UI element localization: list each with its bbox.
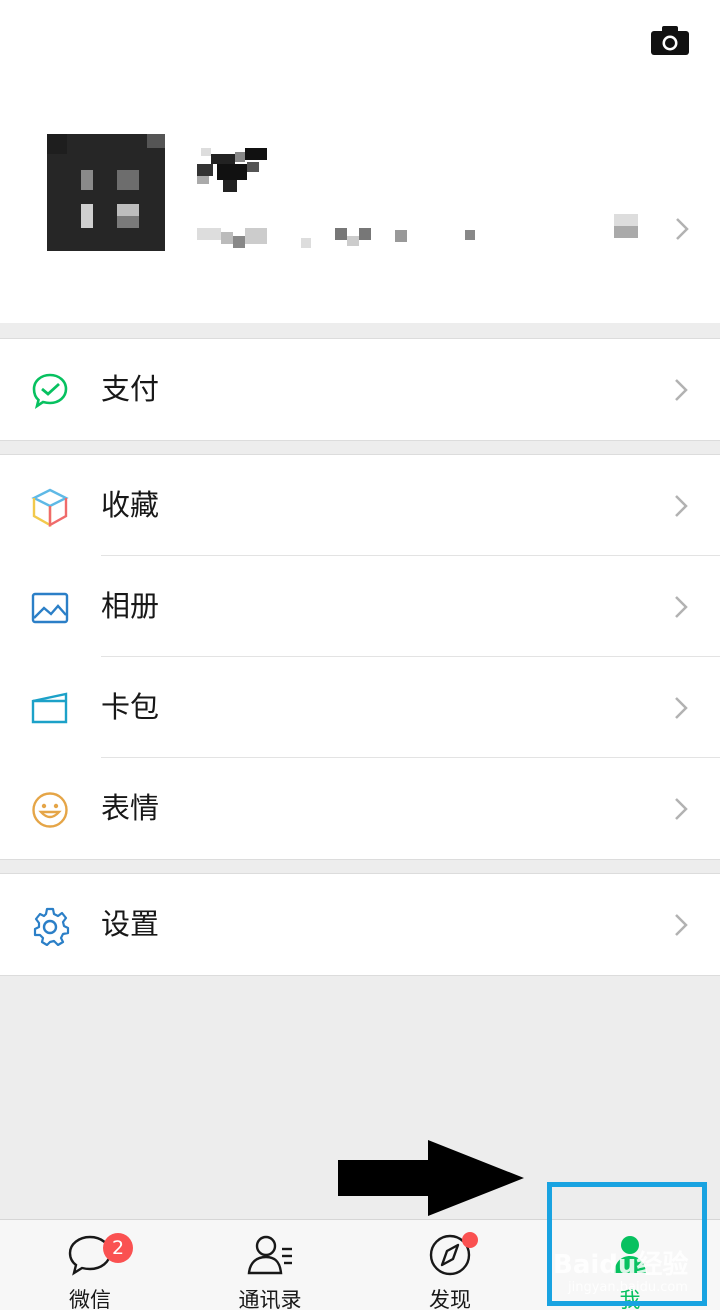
tab-contacts[interactable]: 通讯录 [180,1220,360,1310]
menu-group-pay: 支付 [0,338,720,441]
menu-item-pay[interactable]: 支付 [0,339,720,440]
menu-item-stickers[interactable]: 表情 [0,758,720,859]
tab-label: 微信 [69,1288,111,1310]
chevron-right-icon [675,379,688,401]
menu-item-label: 设置 [101,907,160,941]
tab-label: 通讯录 [238,1288,302,1310]
tab-label: 发现 [429,1288,471,1310]
favorites-cube-icon [31,488,69,527]
smiley-icon [32,792,68,828]
menu-group-content: 收藏 相册 卡包 表情 [0,454,720,860]
menu-item-label: 收藏 [101,488,160,522]
tab-chats[interactable]: 2 微信 [0,1220,180,1310]
arrow-right-icon [338,1140,524,1216]
menu-item-album[interactable]: 相册 [0,556,720,657]
chevron-right-icon [675,798,688,820]
chevron-right-icon [675,596,688,618]
menu-item-cards[interactable]: 卡包 [0,657,720,758]
chevron-right-icon [675,914,688,936]
menu-item-favorites[interactable]: 收藏 [0,455,720,556]
menu-item-label: 相册 [101,589,160,623]
card-wallet-icon [31,692,68,724]
menu-item-label: 表情 [101,791,160,825]
chevron-right-icon [675,495,688,517]
menu-item-label: 卡包 [101,690,160,724]
camera-icon[interactable] [650,24,690,56]
nickname-pixelated [197,148,267,192]
album-icon [31,592,69,624]
contacts-icon [247,1235,292,1275]
new-moments-dot [462,1232,478,1248]
tab-discover[interactable]: 发现 [360,1220,540,1310]
menu-item-label: 支付 [101,372,160,406]
unread-badge: 2 [103,1233,133,1263]
wechat-id-pixelated [197,226,617,248]
avatar[interactable] [47,134,165,251]
baidu-watermark-url: jingyan.baidu.com [568,1280,688,1295]
profile-header[interactable] [0,0,720,323]
menu-item-settings[interactable]: 设置 [0,874,720,975]
chevron-right-icon [675,697,688,719]
gear-icon [33,907,70,946]
pay-icon [32,373,68,409]
menu-group-settings: 设置 [0,873,720,976]
wechat-id-pixelated-tail [614,214,638,238]
chevron-right-icon [676,218,689,240]
